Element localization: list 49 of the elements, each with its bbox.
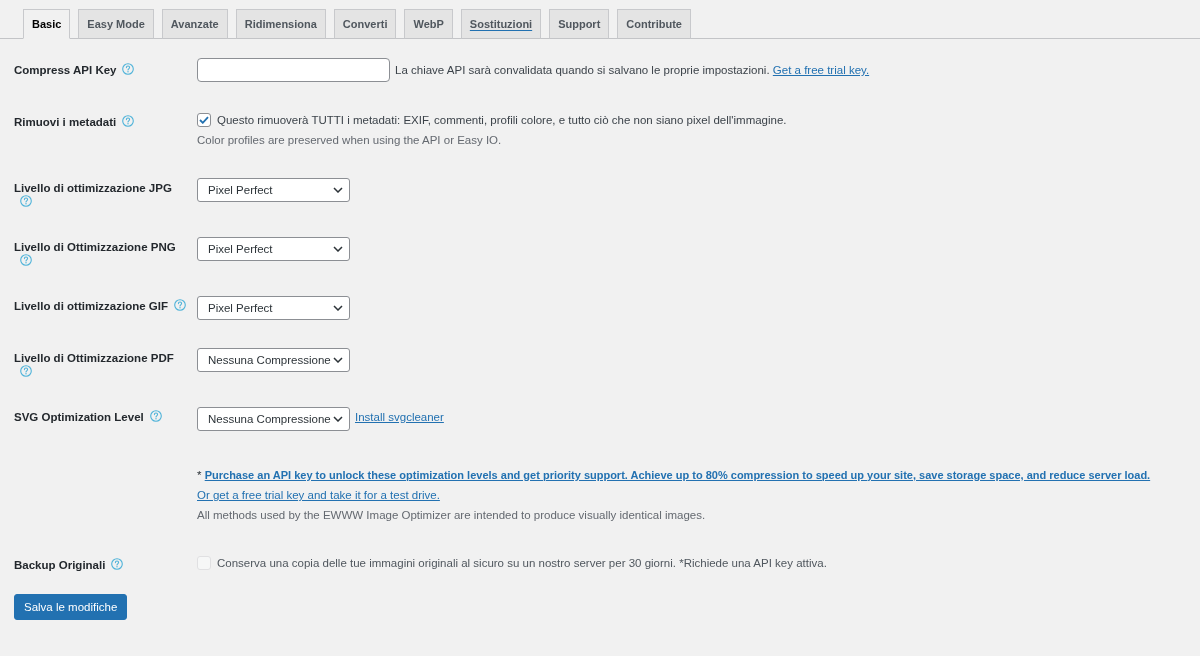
checkmark-icon bbox=[199, 116, 209, 124]
help-icon[interactable] bbox=[174, 299, 186, 311]
setting-label: Backup Originali bbox=[14, 559, 106, 571]
tab[interactable]: Easy Mode bbox=[78, 9, 154, 39]
help-icon[interactable] bbox=[20, 365, 32, 377]
trial-key-link[interactable]: Get a free trial key. bbox=[772, 64, 870, 76]
field-note: Color profiles are preserved when using the API or Easy IO. bbox=[197, 133, 502, 148]
tab[interactable]: Basic bbox=[23, 9, 71, 39]
save-button[interactable]: Salva le modifiche bbox=[14, 594, 128, 620]
api-key-field[interactable] bbox=[197, 58, 390, 82]
help-icon[interactable] bbox=[20, 254, 32, 266]
upsell-text: * Purchase an API key to unlock these optimization levels and get priority support. Achieve up to 80% compression to speed up your site, save storage space, and reduce server load. bbox=[197, 468, 1151, 483]
dropdown-select[interactable]: Pixel Perfect bbox=[197, 237, 350, 261]
setting-label: Compress API Key bbox=[14, 64, 117, 76]
chevron-down-icon bbox=[333, 246, 343, 252]
help-icon[interactable] bbox=[20, 195, 32, 207]
chevron-down-icon bbox=[333, 416, 343, 422]
install-link[interactable]: Install svgcleaner bbox=[355, 407, 444, 427]
help-icon[interactable] bbox=[122, 115, 135, 127]
help-icon[interactable] bbox=[149, 410, 162, 422]
tab[interactable]: Ridimensiona bbox=[235, 9, 326, 39]
field-note: All methods used by the EWWW Image Optimizer are intended to produce visually identical images. bbox=[197, 508, 706, 523]
setting-label: Livello di ottimizzazione JPG bbox=[14, 182, 172, 194]
tab[interactable]: Sostituzioni bbox=[460, 9, 542, 39]
checkbox-label: Questo rimuoverà TUTTI i metadati: EXIF, commenti, profili colore, e tutto ciò che non siano pixel dell'immagine. bbox=[217, 113, 787, 128]
chevron-down-icon bbox=[333, 305, 343, 311]
chevron-down-icon bbox=[333, 357, 343, 363]
setting-label: SVG Optimization Level bbox=[14, 411, 144, 423]
help-icon[interactable] bbox=[111, 558, 124, 570]
tab[interactable]: Support bbox=[549, 9, 610, 39]
setting-label: Livello di ottimizzazione GIF bbox=[14, 300, 168, 312]
dropdown-select[interactable]: Nessuna Compressione bbox=[197, 348, 350, 372]
tab[interactable]: Converti bbox=[333, 9, 397, 39]
purchase-link[interactable]: Purchase an API key to unlock these optimization levels and get priority support. Achieve up to 80% compression to speed up your site, save storage space, and reduce server load. bbox=[204, 469, 1151, 481]
help-icon[interactable] bbox=[122, 63, 135, 75]
dropdown-select[interactable]: Pixel Perfect bbox=[197, 296, 350, 320]
trial-key-link[interactable]: Or get a free trial key and take it for a test drive. bbox=[197, 485, 440, 505]
tab[interactable]: WebP bbox=[404, 9, 453, 39]
tab[interactable]: Contribute bbox=[617, 9, 691, 39]
tab[interactable]: Avanzate bbox=[161, 9, 228, 39]
checkbox[interactable] bbox=[197, 113, 211, 127]
checkbox-label: Conserva una copia delle tue immagini originali al sicuro su un nostro server per 30 giorni. *Richiede una API key attiva. bbox=[217, 556, 827, 571]
chevron-down-icon bbox=[333, 187, 343, 193]
field-description: La chiave API sarà convalidata quando si salvano le proprie impostazioni. Get a free trial key. bbox=[395, 63, 870, 78]
setting-label: Livello di Ottimizzazione PDF bbox=[14, 352, 174, 364]
dropdown-select[interactable]: Pixel Perfect bbox=[197, 178, 350, 202]
setting-label: Livello di Ottimizzazione PNG bbox=[14, 241, 176, 253]
setting-label: Rimuovi i metadati bbox=[14, 116, 117, 128]
dropdown-select[interactable]: Nessuna Compressione bbox=[197, 407, 350, 431]
